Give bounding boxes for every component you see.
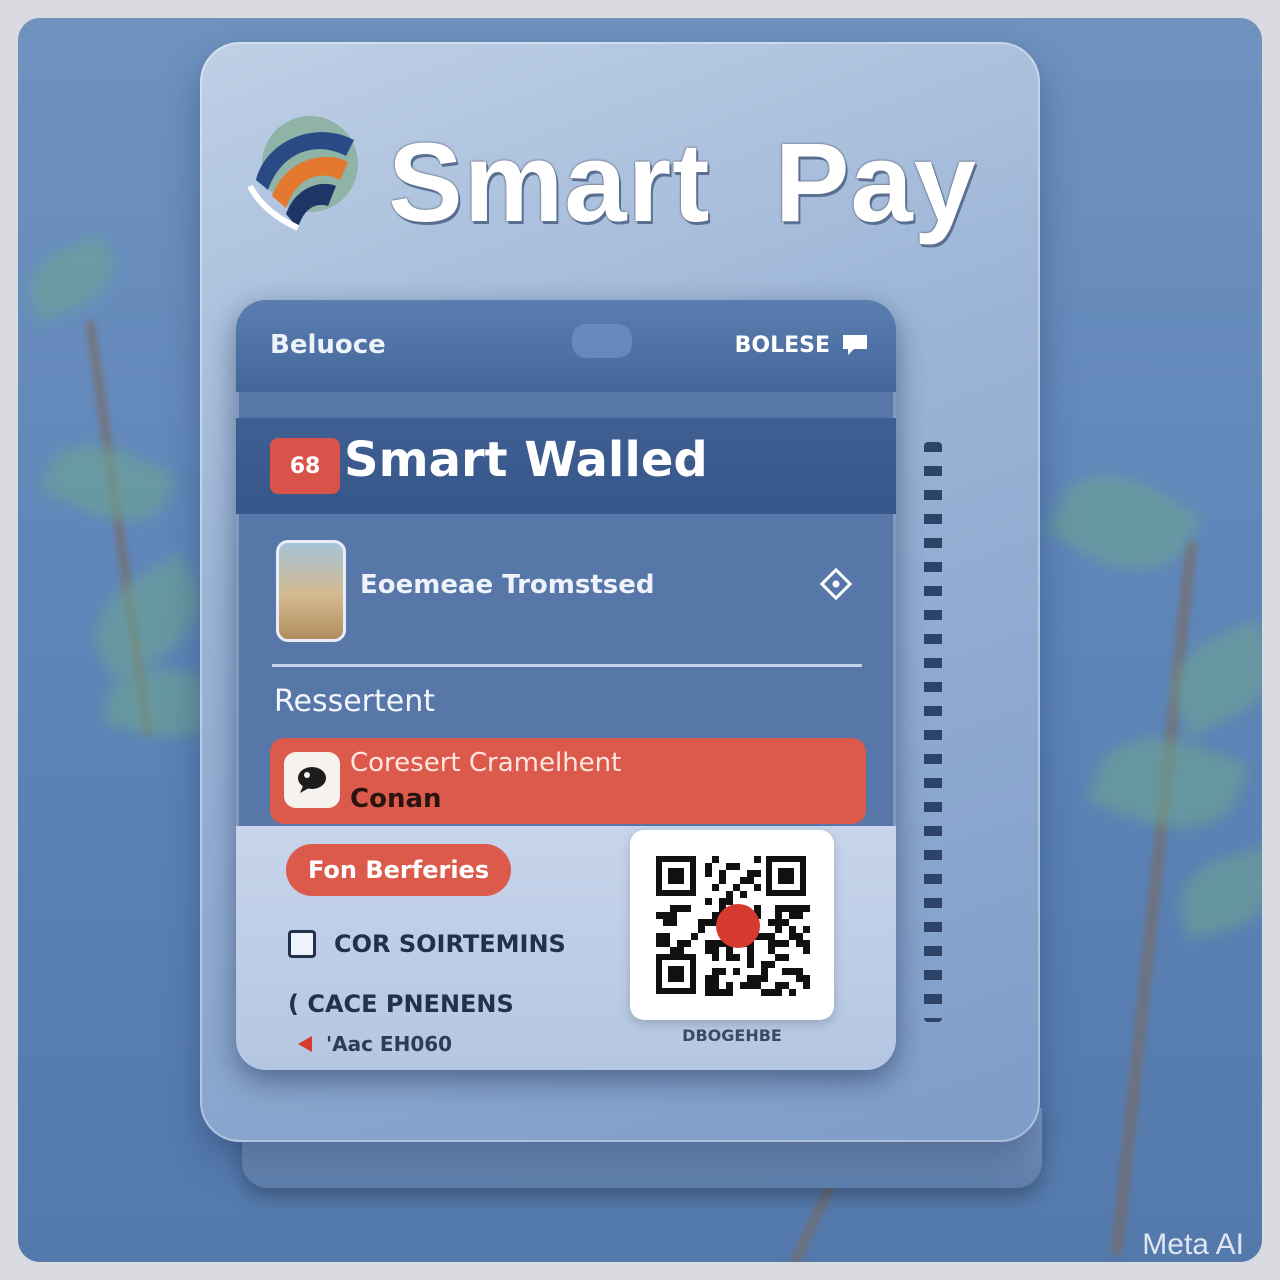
header-right-label: BOLESE: [734, 332, 830, 358]
diamond-navigate-icon[interactable]: [818, 566, 854, 602]
header-right-button[interactable]: BOLESE: [735, 332, 870, 358]
transaction-thumbnail: [276, 540, 346, 642]
pill-button[interactable]: Fon Berferies: [286, 844, 512, 896]
checkbox-row[interactable]: COR SOIRTEMINS: [288, 930, 566, 958]
balance-label: Beluoce: [270, 330, 386, 360]
divider: [272, 664, 862, 667]
qr-caption: DBOGEHBE: [682, 1026, 782, 1045]
qr-code-icon: [656, 856, 810, 996]
transaction-label: Eoemeae Tromstsed: [360, 570, 655, 600]
promo-banner[interactable]: Coresert Cramelhent Conan: [270, 738, 866, 824]
smart-pay-logo-icon: [247, 116, 358, 231]
checkbox[interactable]: [288, 930, 316, 958]
watermark: Meta AI: [1142, 1228, 1244, 1261]
wallet-badge: 68: [270, 438, 340, 494]
wallet-header-bar[interactable]: 68 Smart Walled: [236, 418, 896, 514]
card-header: Beluoce BOLESE: [236, 300, 896, 392]
chat-icon: [843, 335, 867, 355]
plant-leaf: [1170, 846, 1262, 940]
wallet-title: Smart Walled: [344, 432, 708, 488]
wallet-card: Beluoce BOLESE 68 Smart Walled Eoemeae T…: [236, 300, 896, 1070]
plant-leaf: [18, 234, 124, 322]
promo-title: Coresert Cramelhent: [350, 748, 622, 778]
plant-leaf: [76, 553, 220, 683]
back-link[interactable]: 'Aac EH060: [298, 1032, 452, 1056]
secondary-link[interactable]: ( CACE PNENENS: [288, 990, 514, 1018]
card-notch: [572, 324, 632, 358]
transaction-row[interactable]: Eoemeae Tromstsed: [236, 528, 896, 652]
chat-bubble-icon: [284, 752, 340, 808]
back-arrow-icon: [298, 1036, 312, 1052]
checkbox-label: COR SOIRTEMINS: [334, 930, 566, 958]
brand-title: Smart Pay: [388, 120, 977, 245]
plant-leaf: [1044, 451, 1202, 595]
back-link-label: 'Aac EH060: [326, 1032, 453, 1056]
device-side-grip: [924, 442, 942, 1022]
card-lower-section: Fon Berferies COR SOIRTEMINS ( CACE PNEN…: [236, 826, 896, 1070]
promo-subtitle: Conan: [350, 784, 442, 814]
section-heading: Ressertent: [274, 684, 436, 719]
qr-code-card[interactable]: [630, 830, 834, 1020]
